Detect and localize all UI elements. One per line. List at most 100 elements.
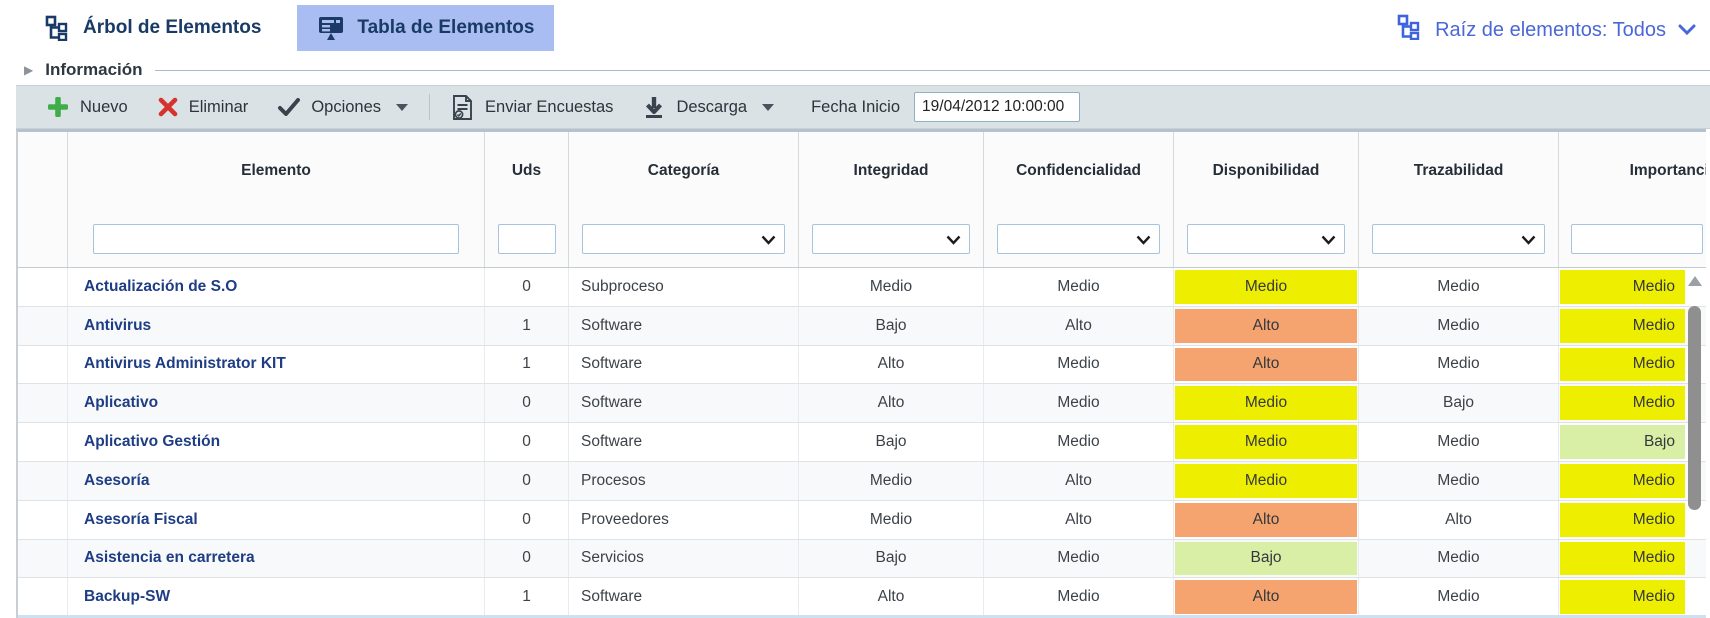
survey-document-icon [451, 94, 474, 121]
disponibilidad-cell: Alto [1174, 501, 1359, 539]
table-row[interactable]: Asesoría0ProcesosMedioAltoMedioMedioMedi… [18, 462, 1706, 501]
level-badge: Alto [1175, 348, 1357, 382]
integridad-cell: Bajo [799, 423, 984, 461]
column-header-elemento[interactable]: Elemento [68, 132, 485, 210]
collapse-triangle-icon[interactable]: ▶ [24, 64, 33, 76]
elemento-cell: Actualización de S.O [68, 268, 485, 306]
chevron-down-icon [1321, 235, 1336, 245]
new-button[interactable]: Nuevo [32, 86, 143, 128]
integridad-filter-select[interactable] [812, 224, 970, 254]
column-header-uds[interactable]: Uds [485, 132, 569, 210]
element-link[interactable]: Antivirus [84, 317, 151, 335]
selector-cell [18, 501, 68, 539]
element-link[interactable]: Actualización de S.O [84, 278, 237, 296]
column-header-confidencialidad[interactable]: Confidencialidad [984, 132, 1174, 210]
selector-cell [18, 268, 68, 306]
scrollbar-up-arrow-icon[interactable] [1688, 276, 1702, 286]
confidencialidad-cell: Medio [984, 540, 1174, 578]
delete-button[interactable]: Eliminar [143, 86, 264, 128]
disponibilidad-cell: Medio [1174, 268, 1359, 306]
table-row[interactable]: Antivirus Administrator KIT1SoftwareAlto… [18, 346, 1706, 385]
dropdown-caret-icon [762, 104, 774, 111]
element-link[interactable]: Asesoría Fiscal [84, 511, 198, 529]
confidencialidad-cell: Alto [984, 501, 1174, 539]
table-row[interactable]: Actualización de S.O0SubprocesoMedioMedi… [18, 268, 1706, 307]
start-date-label: Fecha Inicio [811, 98, 900, 117]
table-row[interactable]: Aplicativo0SoftwareAltoMedioMedioBajoMed… [18, 384, 1706, 423]
root-selector-label: Raíz de elementos: Todos [1435, 19, 1666, 42]
trazabilidad-filter-select[interactable] [1372, 224, 1545, 254]
element-link[interactable]: Aplicativo Gestión [84, 433, 220, 451]
monitor-icon [317, 15, 345, 41]
cross-icon [158, 97, 178, 117]
elemento-filter-input[interactable] [93, 224, 459, 254]
tree-icon [1397, 14, 1423, 46]
tab-arbol-de-elementos[interactable]: Árbol de Elementos [25, 5, 281, 51]
uds-filter-input[interactable] [498, 224, 556, 254]
confidencialidad-cell: Medio [984, 384, 1174, 422]
level-badge: Medio [1560, 309, 1685, 343]
level-badge: Alto [1175, 309, 1357, 343]
uds-cell: 1 [485, 578, 569, 616]
integridad-cell: Alto [799, 578, 984, 616]
integridad-cell: Bajo [799, 307, 984, 345]
integridad-cell: Bajo [799, 540, 984, 578]
column-header-integridad[interactable]: Integridad [799, 132, 984, 210]
table-row[interactable]: Aplicativo Gestión0SoftwareBajoMedioMedi… [18, 423, 1706, 462]
confidencialidad-cell: Medio [984, 578, 1174, 616]
trazabilidad-cell: Alto [1359, 501, 1559, 539]
start-date-input[interactable] [914, 92, 1080, 122]
importancia-cell: Medio [1559, 268, 1706, 306]
categoria-cell: Procesos [569, 462, 799, 500]
level-badge: Medio [1175, 464, 1357, 498]
integridad-cell: Alto [799, 346, 984, 384]
column-header-trazabilidad[interactable]: Trazabilidad [1359, 132, 1559, 210]
categoria-filter-select[interactable] [582, 224, 785, 254]
importancia-cell: Medio [1559, 540, 1706, 578]
selector-cell [18, 462, 68, 500]
vertical-scrollbar[interactable] [1688, 274, 1702, 616]
level-badge: Medio [1560, 580, 1685, 614]
selector-cell [18, 540, 68, 578]
disponibilidad-cell: Medio [1174, 462, 1359, 500]
disponibilidad-cell: Alto [1174, 346, 1359, 384]
element-link[interactable]: Asistencia en carretera [84, 549, 255, 567]
disponibilidad-filter-select[interactable] [1187, 224, 1345, 254]
disponibilidad-cell: Alto [1174, 578, 1359, 616]
importancia-filter-input[interactable] [1571, 224, 1703, 254]
column-header-categoria[interactable]: Categoría [569, 132, 799, 210]
level-badge: Medio [1560, 542, 1685, 576]
disponibilidad-cell: Bajo [1174, 540, 1359, 578]
table-row[interactable]: Backup-SW1SoftwareAltoMedioAltoMedioMedi… [18, 578, 1706, 617]
tab-label: Tabla de Elementos [357, 17, 534, 39]
table-row[interactable]: Antivirus1SoftwareBajoAltoAltoMedioMedio [18, 307, 1706, 346]
table-body: Actualización de S.O0SubprocesoMedioMedi… [18, 268, 1706, 617]
table-row[interactable]: Asistencia en carretera0ServiciosBajoMed… [18, 540, 1706, 579]
table-row[interactable]: Asesoría Fiscal0ProveedoresMedioAltoAlto… [18, 501, 1706, 540]
trazabilidad-cell: Bajo [1359, 384, 1559, 422]
uds-cell: 0 [485, 384, 569, 422]
selector-cell [18, 307, 68, 345]
disponibilidad-cell: Alto [1174, 307, 1359, 345]
element-link[interactable]: Asesoría [84, 472, 149, 490]
download-arrow-icon [643, 95, 665, 119]
tab-tabla-de-elementos[interactable]: Tabla de Elementos [297, 5, 554, 51]
column-header-disponibilidad[interactable]: Disponibilidad [1174, 132, 1359, 210]
column-header-importancia[interactable]: Importancia [1559, 132, 1706, 210]
level-badge: Medio [1560, 270, 1685, 304]
options-button[interactable]: Opciones [263, 86, 423, 128]
root-elements-selector[interactable]: Raíz de elementos: Todos [1397, 14, 1696, 46]
scrollbar-thumb[interactable] [1688, 306, 1701, 510]
uds-cell: 1 [485, 307, 569, 345]
element-link[interactable]: Backup-SW [84, 588, 170, 606]
chevron-down-icon [1521, 235, 1536, 245]
confidencialidad-cell: Medio [984, 268, 1174, 306]
confidencialidad-filter-select[interactable] [997, 224, 1160, 254]
send-surveys-button[interactable]: Enviar Encuestas [436, 86, 628, 128]
element-link[interactable]: Aplicativo [84, 394, 158, 412]
element-link[interactable]: Antivirus Administrator KIT [84, 355, 286, 373]
level-badge: Medio [1560, 503, 1685, 537]
download-button[interactable]: Descarga [628, 86, 789, 128]
integridad-cell: Medio [799, 462, 984, 500]
selector-cell [18, 346, 68, 384]
